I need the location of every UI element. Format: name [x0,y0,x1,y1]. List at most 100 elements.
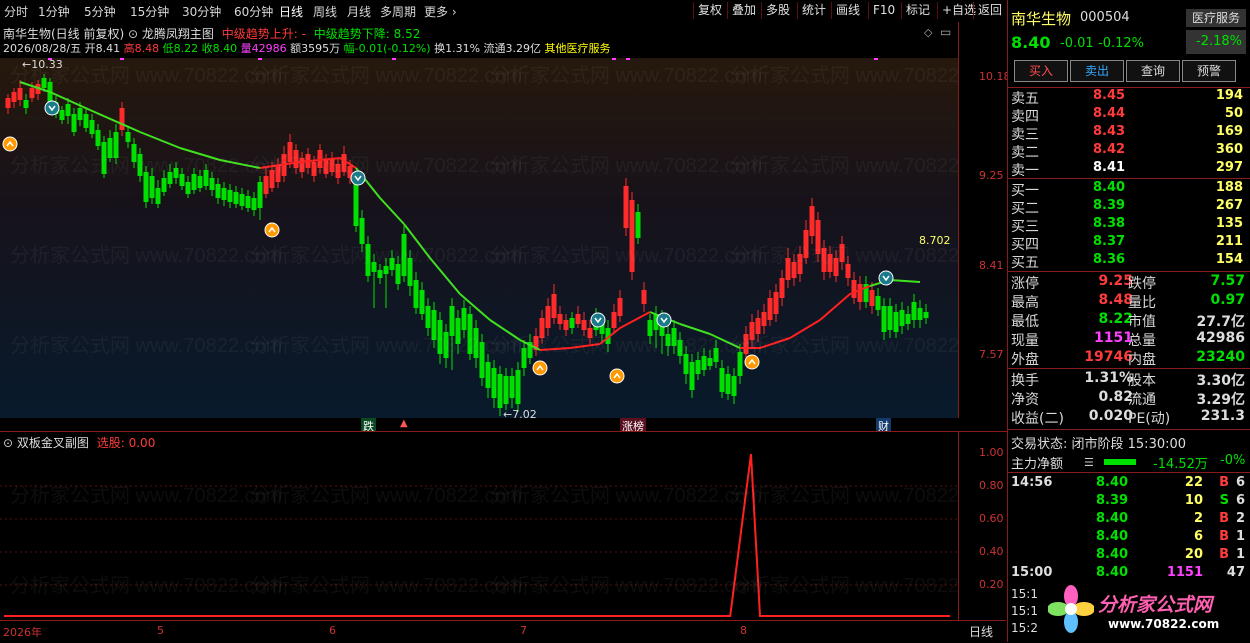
stats-button[interactable]: 统计 [797,2,830,19]
sub-tick: 0.80 [979,479,1004,492]
indicator-toggle-icon[interactable]: ⊙ [128,27,138,41]
event-dot [392,58,396,60]
tab-weekly[interactable]: 周线 [313,3,337,20]
alert-button[interactable]: 预警 [1182,60,1236,82]
tick-price: 8.40 [1096,475,1129,490]
stat-value: 19746 [1084,349,1133,365]
book-row[interactable]: 卖三 8.43 169 [1008,124,1250,143]
candle-body [773,292,779,314]
high-value: 10.33 [31,58,63,71]
book-price: 8.38 [1093,216,1126,231]
candle-body [701,356,707,370]
tick-volume: 6 [1193,529,1203,544]
tick-side: B [1219,511,1229,526]
indicator-name[interactable]: 龙腾凤翔主图 [142,27,214,41]
tab-1min[interactable]: 1分钟 [38,3,70,20]
list-icon[interactable]: ☰ [1084,456,1094,469]
book-row[interactable]: 卖一 8.41 297 [1008,160,1250,179]
sector-badge[interactable]: 医疗服务 [1186,9,1246,27]
stat-value: 0.020 [1088,408,1133,424]
kline-chart[interactable]: 南华生物(日线 前复权) ⊙ 龙腾凤翔主图 中级趋势上升: - 中级趋势下降: … [0,22,958,421]
book-level: 买五 [1011,255,1039,271]
stock-name: 南华生物 [1011,10,1072,28]
watermark-text: 分析家公式网 www.70822.com [730,64,958,87]
tab-monthly[interactable]: 月线 [347,3,371,20]
sub-indicator-chart[interactable]: ⊙ 双板金叉副图 选股: 0.00 分析家公式网 www.70822.com 分析… [0,431,958,622]
stat-row: 净资 0.82 流通 3.29亿 [1008,389,1250,408]
tab-15min[interactable]: 15分钟 [130,3,169,20]
stat-row: 收益(二) 0.020 PE(动) 231.3 [1008,408,1250,427]
stat-value: 23240 [1196,349,1245,365]
book-price: 8.43 [1093,124,1126,139]
watermark-text: 分析家公式网 www.70822.com [10,244,282,267]
watermark-text: 分析家公式网 www.70822.com [730,484,958,507]
main-flow-label: 主力净额 [1011,457,1064,472]
mark-button[interactable]: 标记 [901,2,934,19]
candle-body [851,280,857,298]
back-button[interactable]: 返回 [973,2,1006,19]
candle-body [353,182,359,226]
bar-date: 2026/08/28/五 [3,42,82,55]
book-row[interactable]: 买四 8.37 211 [1008,234,1250,253]
kline-canvas: 分析家公式网 www.70822.com分析家公式网 www.70822.com… [2,58,958,416]
tab-5min[interactable]: 5分钟 [84,3,116,20]
tab-fenshi[interactable]: 分时 [4,3,28,20]
candle-body [359,218,365,244]
book-row[interactable]: 卖四 8.44 50 [1008,106,1250,125]
stat-value: 231.3 [1200,408,1245,424]
bar-sector: 其他医疗服务 [544,42,611,55]
book-row[interactable]: 买三 8.38 135 [1008,216,1250,235]
time-axis: 2026年 5 6 7 8 日线 [0,620,1006,643]
sub-canvas: 分析家公式网 www.70822.com分析家公式网 www.70822.com… [0,453,958,617]
tick-volume: 1151 [1166,565,1203,580]
tab-multi-period[interactable]: 多周期 [380,3,416,20]
f10-button[interactable]: F10 [868,2,899,19]
diamond-icon[interactable]: ◇ [924,26,932,39]
tick-time: 14:56 [1011,475,1053,490]
candle-body [377,270,383,278]
buy-button[interactable]: 买入 [1014,60,1068,82]
more-button[interactable]: 更多 › [424,3,457,20]
overlay-button[interactable]: 叠加 [727,2,760,19]
stat-label: 换手 [1011,373,1039,389]
watermark-text: 分析家公式网 www.70822.com [250,154,522,177]
window-icon[interactable]: ▭ [940,25,951,39]
tab-daily[interactable]: 日线 [279,3,303,20]
book-row[interactable]: 买二 8.39 267 [1008,198,1250,217]
book-row[interactable]: 卖二 8.42 360 [1008,142,1250,161]
watermark-text: 分析家公式网 www.70822.com [730,154,958,177]
period-indicator[interactable]: 日线 [969,623,993,640]
watermark-text: 分析家公式网 www.70822.com [730,334,958,357]
tab-60min[interactable]: 60分钟 [234,3,273,20]
price-tick: 10.18 [979,70,1011,83]
candle-body [227,190,233,202]
sub-tick: 0.40 [979,545,1004,558]
book-row[interactable]: 卖五 8.45 194 [1008,88,1250,107]
stat-label: 量比 [1128,295,1156,311]
main-flow-bar [1104,459,1136,465]
book-row[interactable]: 买五 8.36 154 [1008,252,1250,271]
tab-30min[interactable]: 30分钟 [182,3,221,20]
candle-body [239,194,245,206]
multi-stock-button[interactable]: 多股 [761,2,794,19]
stat-label: 最低 [1011,314,1039,330]
book-price: 8.44 [1093,106,1126,121]
draw-line-button[interactable]: 画线 [831,2,864,19]
main-flow-pct: -0% [1220,453,1246,468]
query-button[interactable]: 查询 [1126,60,1180,82]
event-dot [258,58,262,60]
candle-body [395,264,401,284]
candle-body [689,362,695,390]
book-row[interactable]: 买一 8.40 188 [1008,180,1250,199]
tick-time: 15:2 [1011,621,1038,635]
candle-body [557,314,563,324]
tick-price: 8.40 [1096,511,1129,526]
watermark-text: 分析家公式网 www.70822.com [490,154,762,177]
event-marker-icon[interactable]: ▲ [400,418,408,429]
tick-time: 15:1 [1011,587,1038,601]
sell-button[interactable]: 卖出 [1070,60,1124,82]
trend-up-value: 中级趋势上升: - [221,27,306,41]
tick-list[interactable]: 14:56 8.40 22 B 6 8.39 10 S 6 8.40 2 B 2 8.40 6 B 1 8.40 2… [1008,475,1250,585]
stat-label: 内盘 [1128,352,1156,368]
fuquan-button[interactable]: 复权 [693,2,726,19]
